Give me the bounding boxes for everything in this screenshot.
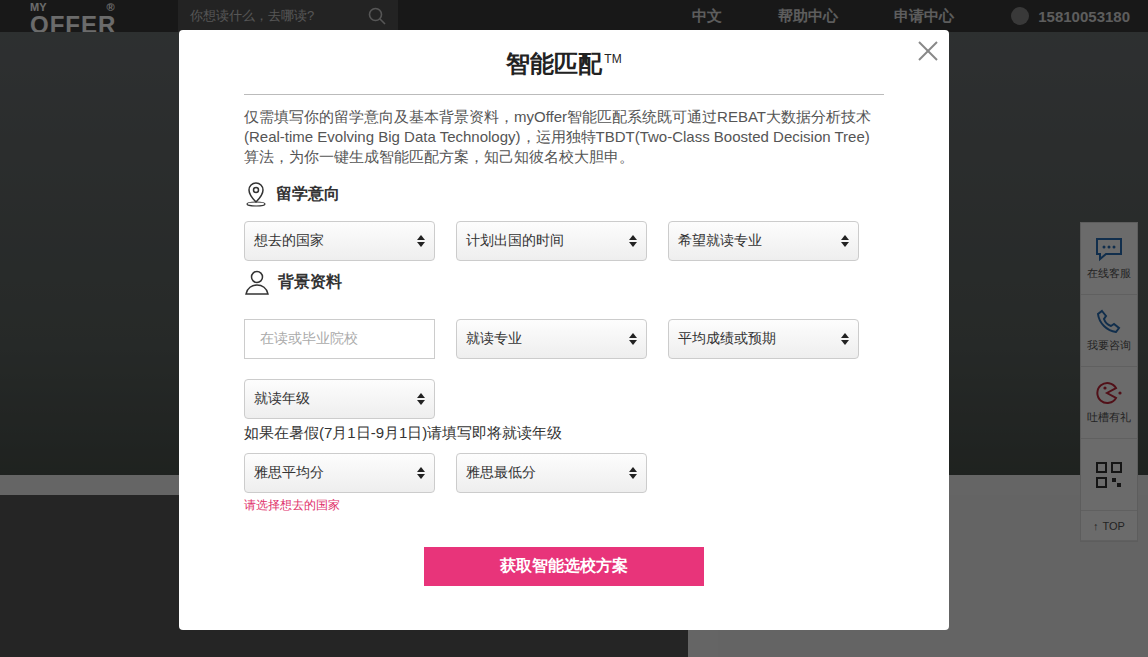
select-arrow-icon xyxy=(841,235,849,247)
hint-text: 如果在暑假(7月1日-9月1日)请填写即将就读年级 xyxy=(244,423,884,443)
select[interactable]: 平均成绩或预期 xyxy=(668,319,859,359)
select-arrow-icon xyxy=(629,467,637,479)
close-button[interactable] xyxy=(916,39,940,63)
select-arrow-icon xyxy=(841,333,849,345)
modal-overlay: 智能匹配TM 仅需填写你的留学意向及基本背景资料，myOffer智能匹配系统既可通… xyxy=(0,0,1148,657)
select-arrow-icon xyxy=(417,467,425,479)
text-input[interactable]: 在读或毕业院校 xyxy=(244,319,435,359)
select-arrow-icon xyxy=(629,333,637,345)
location-icon xyxy=(244,181,268,207)
page: MY®OFFER你想读什么，去哪读?中文帮助中心申请中心15810053180在… xyxy=(0,0,1148,657)
field-row: 就读年级 xyxy=(244,379,884,419)
dialog-header: 智能匹配TM xyxy=(244,30,884,95)
error-message: 请选择想去的国家 xyxy=(244,497,884,513)
select[interactable]: 就读专业 xyxy=(456,319,647,359)
person-icon xyxy=(244,269,270,295)
select[interactable]: 雅思最低分 xyxy=(456,453,647,493)
select-arrow-icon xyxy=(629,235,637,247)
submit-button[interactable]: 获取智能选校方案 xyxy=(424,547,704,586)
select[interactable]: 雅思平均分 xyxy=(244,453,435,493)
field-row: 想去的国家计划出国的时间希望就读专业 xyxy=(244,221,884,261)
select[interactable]: 想去的国家 xyxy=(244,221,435,261)
select-arrow-icon xyxy=(417,393,425,405)
section-heading: 背景资料 xyxy=(244,269,884,295)
select-arrow-icon xyxy=(417,235,425,247)
field-row: 雅思平均分雅思最低分 xyxy=(244,453,884,493)
dialog-title: 智能匹配TM xyxy=(506,43,621,80)
description: 仅需填写你的留学意向及基本背景资料，myOffer智能匹配系统既可通过REBAT… xyxy=(244,107,884,167)
close-icon xyxy=(916,39,940,63)
section-heading: 留学意向 xyxy=(244,181,884,207)
select[interactable]: 希望就读专业 xyxy=(668,221,859,261)
select[interactable]: 计划出国的时间 xyxy=(456,221,647,261)
field-row: 在读或毕业院校就读专业平均成绩或预期 xyxy=(244,319,884,359)
select[interactable]: 就读年级 xyxy=(244,379,435,419)
match-dialog: 智能匹配TM 仅需填写你的留学意向及基本背景资料，myOffer智能匹配系统既可通… xyxy=(179,30,949,630)
